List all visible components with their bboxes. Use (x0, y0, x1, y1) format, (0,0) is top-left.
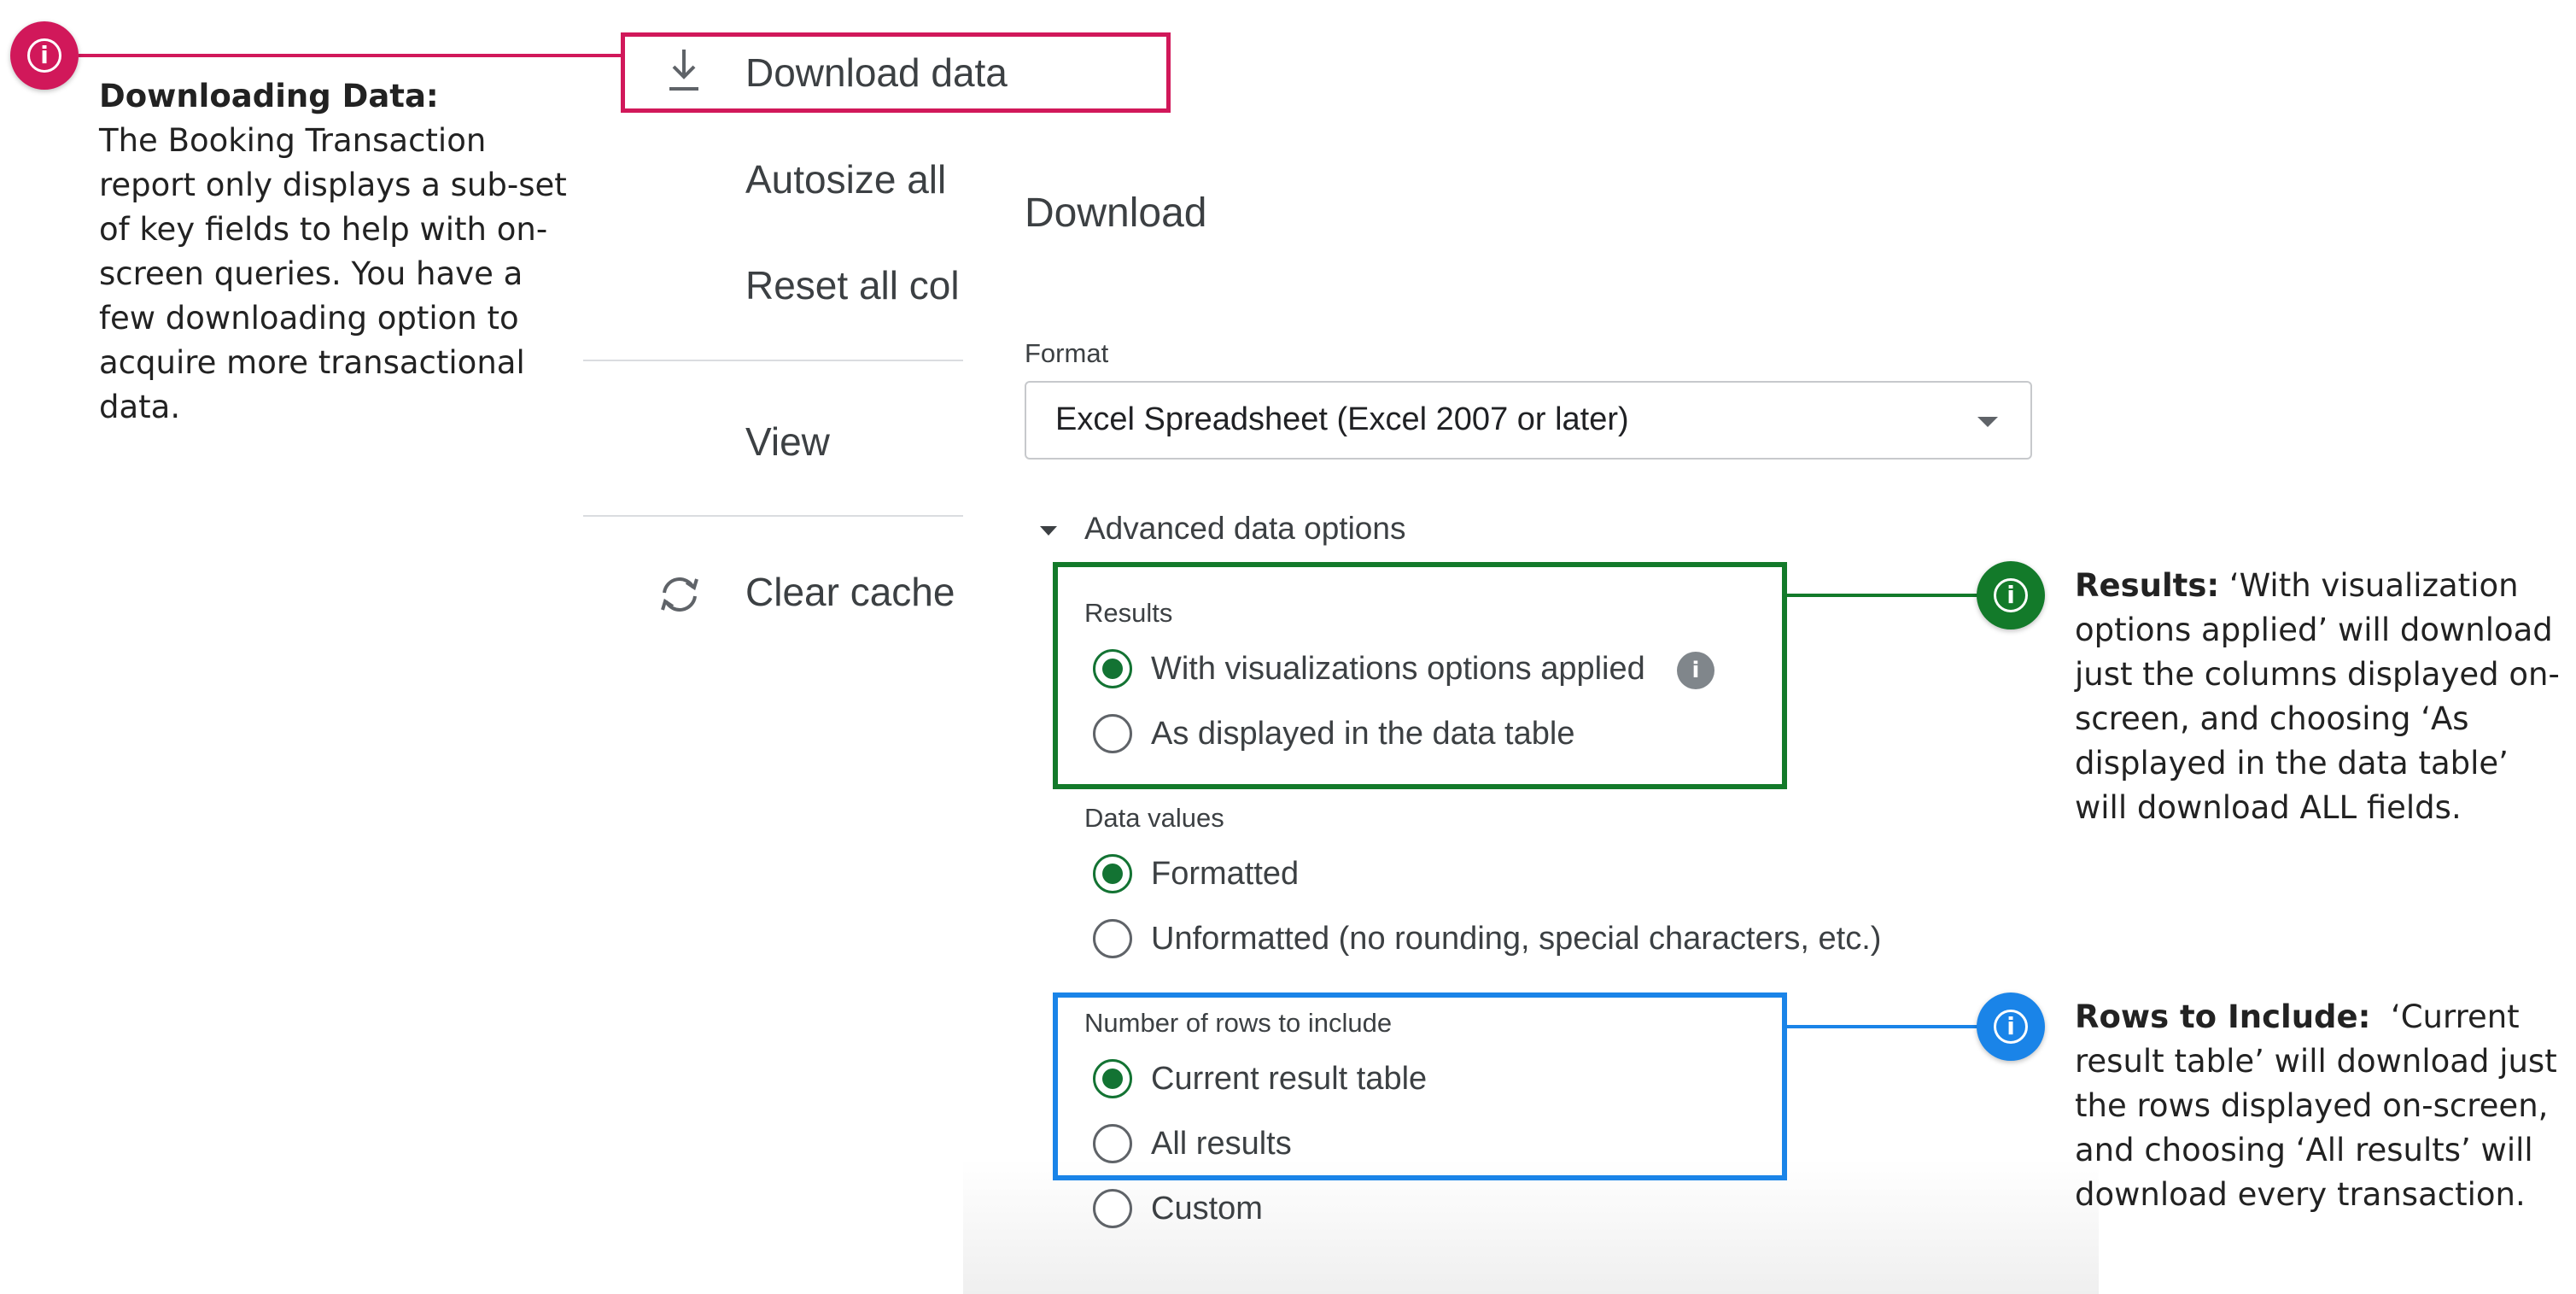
advanced-data-options-toggle[interactable]: Advanced data options (1084, 511, 1405, 547)
download-data-highlight (621, 32, 1171, 113)
dialog-title: Download (1025, 190, 1207, 236)
pink-connector-line (79, 54, 622, 57)
menu-divider (583, 515, 963, 517)
dropdown-arrow-icon (1977, 417, 1998, 427)
annotation-title: Rows to Include: (2075, 998, 2371, 1035)
radio-custom[interactable] (1093, 1189, 1132, 1228)
blue-connector-line (1787, 1025, 2009, 1028)
radio-label: Custom (1151, 1191, 1263, 1227)
annotation-body: ‘With visualization options applied’ wil… (2075, 567, 2560, 826)
annotation-rows-to-include: Rows to Include: ‘Current result table’ … (2075, 995, 2570, 1217)
info-icon: i (10, 21, 79, 90)
annotation-body: The Booking Transaction report only disp… (99, 122, 567, 425)
rows-highlight (1053, 992, 1787, 1180)
info-icon: i (1977, 992, 2045, 1061)
radio-unformatted[interactable] (1093, 919, 1132, 958)
format-select-value: Excel Spreadsheet (Excel 2007 or later) (1055, 401, 1629, 437)
radio-label: Unformatted (no rounding, special charac… (1151, 921, 1882, 957)
menu-item-view[interactable]: View (745, 419, 830, 465)
format-label: Format (1025, 338, 1109, 368)
format-select[interactable]: Excel Spreadsheet (Excel 2007 or later) (1025, 381, 2032, 460)
menu-item-reset[interactable]: Reset all col (745, 262, 960, 308)
green-connector-line (1787, 594, 2009, 597)
annotation-title: Downloading Data: (99, 78, 439, 114)
annotation-results: Results: ‘With visualization options app… (2075, 564, 2570, 830)
data-values-label: Data values (1084, 803, 1224, 833)
results-highlight (1053, 562, 1787, 789)
annotation-downloading-data: Downloading Data: The Booking Transactio… (99, 74, 577, 430)
info-icon: i (1977, 561, 2045, 629)
caret-down-icon[interactable] (1040, 526, 1057, 536)
refresh-icon (661, 577, 698, 612)
menu-divider (583, 360, 963, 361)
radio-label: Formatted (1151, 856, 1300, 892)
menu-item-clear-cache[interactable]: Clear cache (745, 569, 955, 615)
menu-item-autosize[interactable]: Autosize all (745, 156, 946, 202)
radio-formatted[interactable] (1093, 854, 1132, 893)
annotation-title: Results: (2075, 567, 2220, 604)
